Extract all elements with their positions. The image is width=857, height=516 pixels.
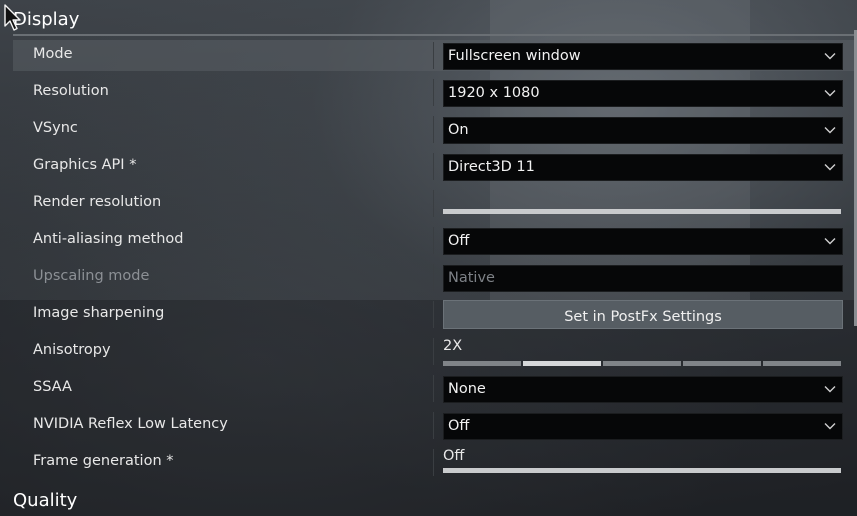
- setting-row-ssaa[interactable]: SSAA None: [13, 373, 854, 404]
- row-separator: [433, 116, 434, 143]
- row-separator: [433, 375, 434, 402]
- setting-row-anisotropy[interactable]: Anisotropy 2X: [13, 336, 854, 367]
- vsync-dropdown[interactable]: On: [443, 117, 843, 144]
- chevron-down-icon: [824, 53, 836, 60]
- anisotropy-step[interactable]: [443, 361, 521, 366]
- row-separator: [433, 449, 434, 476]
- anti-aliasing-value: Off: [448, 233, 470, 249]
- upscaling-mode-value: Native: [448, 270, 495, 286]
- setting-label-image-sharpening: Image sharpening: [33, 305, 165, 321]
- row-separator: [433, 42, 434, 69]
- setting-label-anti-aliasing: Anti-aliasing method: [33, 231, 184, 247]
- anisotropy-step[interactable]: [523, 361, 601, 366]
- chevron-down-icon: [824, 423, 836, 430]
- setting-label-anisotropy: Anisotropy: [33, 342, 111, 358]
- setting-label-upscaling-mode: Upscaling mode: [33, 268, 150, 284]
- anisotropy-slider[interactable]: [443, 361, 841, 366]
- setting-label-mode: Mode: [33, 46, 73, 62]
- setting-row-upscaling-mode: Upscaling mode Native: [13, 262, 854, 293]
- row-separator: [433, 153, 434, 180]
- setting-label-resolution: Resolution: [33, 83, 109, 99]
- upscaling-mode-field: Native: [443, 265, 843, 292]
- anisotropy-value: 2X: [443, 338, 463, 354]
- chevron-down-icon: [824, 238, 836, 245]
- frame-generation-slider[interactable]: [443, 468, 841, 473]
- row-separator: [433, 412, 434, 439]
- mouse-pointer-icon: [4, 4, 21, 31]
- chevron-down-icon: [824, 164, 836, 171]
- setting-label-frame-generation: Frame generation *: [33, 453, 174, 469]
- nvidia-reflex-value: Off: [448, 418, 470, 434]
- setting-row-frame-generation[interactable]: Frame generation * Off: [13, 447, 854, 478]
- setting-label-graphics-api: Graphics API *: [33, 157, 137, 173]
- row-separator: [433, 301, 434, 328]
- anti-aliasing-dropdown[interactable]: Off: [443, 228, 843, 255]
- setting-row-graphics-api[interactable]: Graphics API * Direct3D 11: [13, 151, 854, 182]
- anisotropy-step[interactable]: [763, 361, 841, 366]
- mode-value: Fullscreen window: [448, 48, 581, 64]
- set-in-postfx-button[interactable]: Set in PostFx Settings: [443, 300, 843, 329]
- mode-dropdown[interactable]: Fullscreen window: [443, 43, 843, 70]
- row-separator: [433, 190, 434, 217]
- setting-row-resolution[interactable]: Resolution 1920 x 1080: [13, 77, 854, 108]
- chevron-down-icon: [824, 90, 836, 97]
- nvidia-reflex-dropdown[interactable]: Off: [443, 413, 843, 440]
- frame-generation-value: Off: [443, 448, 465, 464]
- row-separator: [433, 227, 434, 254]
- setting-label-ssaa: SSAA: [33, 379, 72, 395]
- setting-row-nvidia-reflex[interactable]: NVIDIA Reflex Low Latency Off: [13, 410, 854, 441]
- anisotropy-step[interactable]: [603, 361, 681, 366]
- ssaa-dropdown[interactable]: None: [443, 376, 843, 403]
- resolution-dropdown[interactable]: 1920 x 1080: [443, 80, 843, 107]
- chevron-down-icon: [824, 127, 836, 134]
- section-title-quality: Quality: [13, 490, 78, 511]
- section-divider: [13, 34, 857, 36]
- setting-row-anti-aliasing[interactable]: Anti-aliasing method Off: [13, 225, 854, 256]
- graphics-api-value: Direct3D 11: [448, 159, 535, 175]
- vsync-value: On: [448, 122, 469, 138]
- setting-label-nvidia-reflex: NVIDIA Reflex Low Latency: [33, 416, 228, 432]
- ssaa-value: None: [448, 381, 486, 397]
- setting-row-vsync[interactable]: VSync On: [13, 114, 854, 145]
- chevron-down-icon: [824, 386, 836, 393]
- render-resolution-slider[interactable]: [443, 209, 841, 214]
- row-separator: [433, 338, 434, 365]
- set-in-postfx-button-label: Set in PostFx Settings: [564, 309, 722, 325]
- setting-row-mode[interactable]: Mode Fullscreen window: [13, 40, 854, 71]
- row-separator: [433, 264, 434, 291]
- setting-row-render-resolution[interactable]: Render resolution: [13, 188, 854, 219]
- setting-row-image-sharpening[interactable]: Image sharpening Set in PostFx Settings: [13, 299, 854, 330]
- graphics-api-dropdown[interactable]: Direct3D 11: [443, 154, 843, 181]
- setting-label-vsync: VSync: [33, 120, 78, 136]
- setting-label-render-resolution: Render resolution: [33, 194, 162, 210]
- resolution-value: 1920 x 1080: [448, 85, 540, 101]
- anisotropy-step[interactable]: [683, 361, 761, 366]
- row-separator: [433, 79, 434, 106]
